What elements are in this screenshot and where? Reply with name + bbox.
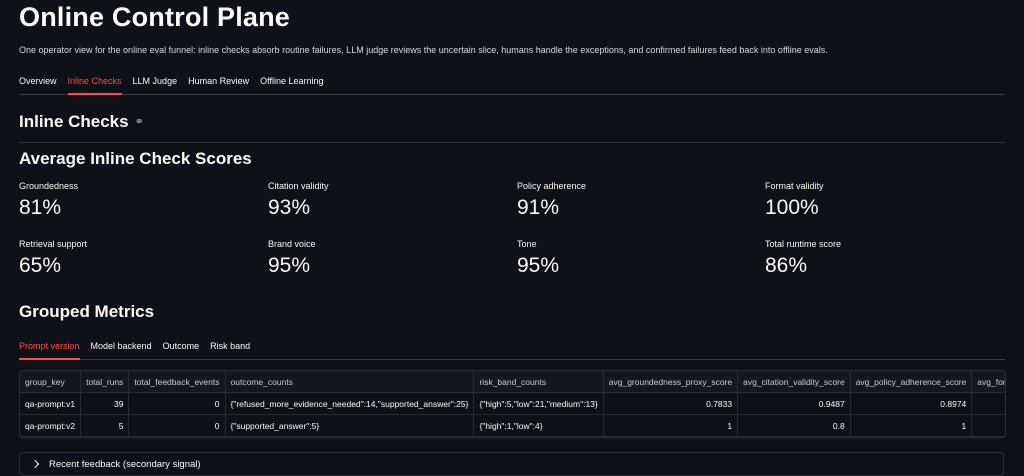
column-header[interactable]: avg_format_v	[971, 371, 1005, 393]
metric-label: Total runtime score	[765, 239, 842, 249]
table-cell[interactable]: 0	[128, 414, 226, 437]
metric-value: 95%	[517, 254, 560, 277]
metric-total-runtime-score: Total runtime score 86%	[765, 239, 1005, 278]
tab-offline-learning[interactable]: Offline Learning	[260, 76, 323, 94]
page-subtitle: One operator view for the online eval fu…	[19, 45, 828, 55]
table-header-row: group_key total_runs total_feedback_even…	[20, 371, 1005, 393]
table-row: qa-prompt:v1 39 0 {"refused_more_evidenc…	[20, 392, 1005, 415]
metric-policy-adherence: Policy adherence 91%	[517, 181, 757, 220]
metric-format-validity: Format validity 100%	[765, 181, 1005, 220]
table-cell[interactable]: 0.8	[737, 414, 851, 437]
table-cell[interactable]: qa-prompt:v2	[20, 414, 82, 437]
tab-outcome[interactable]: Outcome	[163, 341, 200, 359]
table-cell[interactable]	[971, 414, 1005, 437]
metric-tone: Tone 95%	[517, 239, 757, 278]
column-header[interactable]: risk_band_counts	[473, 371, 604, 393]
metric-value: 100%	[765, 196, 819, 219]
metric-retrieval-support: Retrieval support 65%	[19, 239, 259, 278]
metric-groundedness: Groundedness 81%	[19, 181, 259, 220]
section-heading: Inline Checks ⚭	[19, 112, 147, 132]
recent-feedback-expander[interactable]: Recent feedback (secondary signal)	[19, 452, 1004, 476]
grouped-tabs: Prompt version Model backend Outcome Ris…	[19, 341, 1005, 360]
divider	[19, 142, 1005, 143]
section-title: Inline Checks	[19, 112, 129, 131]
table-cell[interactable]: 0.8974	[850, 392, 973, 415]
table-cell[interactable]: qa-prompt:v1	[20, 392, 82, 415]
table-cell[interactable]: {"high":5,"low":21,"medium":13}	[473, 392, 604, 415]
page-title: Online Control Plane	[19, 2, 291, 32]
metric-value: 91%	[517, 196, 560, 219]
table-cell[interactable]: 1	[850, 414, 973, 437]
expander-label: Recent feedback (secondary signal)	[49, 458, 201, 470]
metric-value: 86%	[765, 254, 808, 277]
column-header[interactable]: group_key	[20, 371, 82, 393]
table-cell[interactable]	[971, 392, 1005, 415]
metric-citation-validity: Citation validity 93%	[268, 181, 508, 220]
main-tabs: Overview Inline Checks LLM Judge Human R…	[19, 76, 1005, 95]
chevron-right-icon	[30, 459, 40, 469]
metric-value: 65%	[19, 254, 62, 277]
metric-label: Policy adherence	[517, 181, 587, 191]
metric-brand-voice: Brand voice 95%	[268, 239, 508, 278]
metric-label: Citation validity	[268, 181, 329, 191]
column-header[interactable]: avg_policy_adherence_score	[850, 371, 973, 393]
column-header[interactable]: outcome_counts	[225, 371, 475, 393]
grouped-metrics-table[interactable]: group_key total_runs total_feedback_even…	[19, 370, 1006, 438]
column-header[interactable]: avg_citation_validity_score	[737, 371, 851, 393]
metric-label: Format validity	[765, 181, 824, 191]
tab-model-backend[interactable]: Model backend	[91, 341, 152, 359]
column-header[interactable]: avg_groundedness_proxy_score	[603, 371, 739, 393]
tab-llm-judge[interactable]: LLM Judge	[133, 76, 178, 94]
metric-value: 93%	[268, 196, 311, 219]
column-header[interactable]: total_runs	[80, 371, 130, 393]
tab-risk-band[interactable]: Risk band	[210, 341, 250, 359]
metric-value: 95%	[268, 254, 311, 277]
table-cell[interactable]: {"refused_more_evidence_needed":14,"supp…	[225, 392, 475, 415]
metric-label: Tone	[517, 239, 537, 249]
table-cell[interactable]: 0.9487	[737, 392, 851, 415]
tab-inline-checks[interactable]: Inline Checks	[67, 76, 122, 95]
grouped-heading: Grouped Metrics	[19, 302, 155, 321]
table-cell[interactable]: 5	[80, 414, 130, 437]
table-cell[interactable]: 39	[80, 392, 130, 415]
table-cell[interactable]: 1	[603, 414, 739, 437]
scores-heading: Average Inline Check Scores	[19, 149, 252, 168]
link-icon[interactable]: ⚭	[135, 117, 147, 128]
table-cell[interactable]: {"supported_answer":5}	[225, 414, 475, 437]
column-header[interactable]: total_feedback_events	[128, 371, 226, 393]
metric-value: 81%	[19, 196, 62, 219]
table-row: qa-prompt:v2 5 0 {"supported_answer":5} …	[20, 414, 1005, 437]
table-cell[interactable]: {"high":1,"low":4}	[473, 414, 604, 437]
tab-human-review[interactable]: Human Review	[188, 76, 249, 94]
tab-overview[interactable]: Overview	[19, 76, 57, 94]
metric-label: Groundedness	[19, 181, 79, 191]
table-cell[interactable]: 0.7833	[603, 392, 739, 415]
table-cell[interactable]: 0	[128, 392, 226, 415]
metric-label: Retrieval support	[19, 239, 88, 249]
tab-prompt-version[interactable]: Prompt version	[19, 341, 80, 360]
metric-label: Brand voice	[268, 239, 316, 249]
